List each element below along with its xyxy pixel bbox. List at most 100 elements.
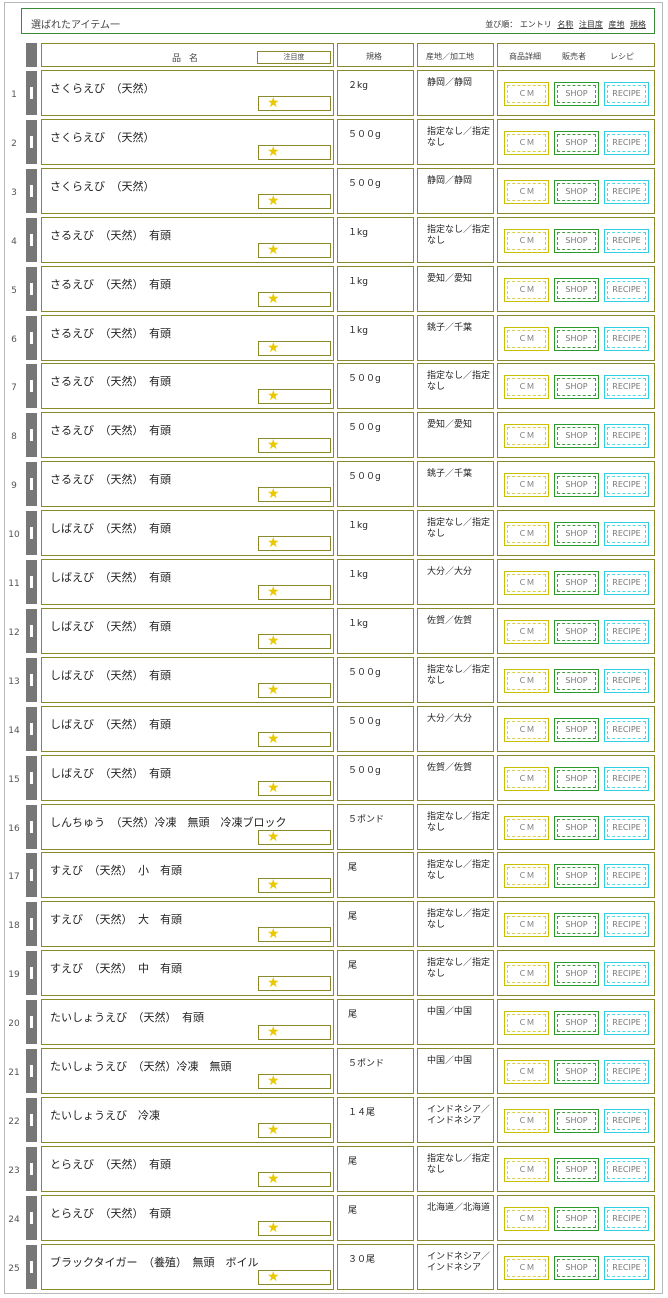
recipe-button[interactable]: RECIPE: [604, 1206, 649, 1231]
shop-button[interactable]: SHOP: [554, 375, 599, 400]
recipe-button[interactable]: RECIPE: [604, 1060, 649, 1084]
recipe-button[interactable]: RECIPE: [604, 668, 649, 693]
cm-button[interactable]: ＣＭ: [504, 277, 549, 302]
sort-origin-link[interactable]: 産地: [608, 20, 624, 29]
cm-button[interactable]: ＣＭ: [504, 1157, 549, 1182]
product-name[interactable]: たいしょうえび （天然）冷凍 無頭: [50, 1058, 232, 1074]
shop-button[interactable]: SHOP: [554, 913, 599, 938]
cm-button[interactable]: ＣＭ: [504, 82, 549, 106]
product-name[interactable]: さるえび （天然） 有頭: [50, 373, 171, 389]
cm-button[interactable]: ＣＭ: [504, 326, 549, 351]
product-name[interactable]: しばえび （天然） 有頭: [50, 667, 171, 683]
cm-button[interactable]: ＣＭ: [504, 522, 549, 547]
cm-button[interactable]: ＣＭ: [504, 424, 549, 449]
product-name[interactable]: さくらえび （天然）: [50, 80, 155, 96]
recipe-button[interactable]: RECIPE: [604, 571, 649, 595]
recipe-button[interactable]: RECIPE: [604, 815, 649, 840]
product-name[interactable]: しばえび （天然） 有頭: [50, 765, 171, 781]
recipe-button[interactable]: RECIPE: [604, 962, 649, 987]
shop-button[interactable]: SHOP: [554, 1206, 599, 1231]
product-name[interactable]: しばえび （天然） 有頭: [50, 618, 171, 634]
shop-button[interactable]: SHOP: [554, 179, 599, 204]
cm-button[interactable]: ＣＭ: [504, 815, 549, 840]
cm-button[interactable]: ＣＭ: [504, 913, 549, 938]
product-name[interactable]: たいしょうえび （天然） 有頭: [50, 1009, 204, 1025]
sort-name-link[interactable]: 名称: [557, 20, 573, 29]
shop-button[interactable]: SHOP: [554, 522, 599, 547]
shop-button[interactable]: SHOP: [554, 130, 599, 155]
product-name[interactable]: さくらえび （天然）: [50, 129, 155, 145]
recipe-button[interactable]: RECIPE: [604, 326, 649, 351]
cm-button[interactable]: ＣＭ: [504, 228, 549, 253]
cm-button[interactable]: ＣＭ: [504, 1206, 549, 1231]
product-name[interactable]: すえび （天然） 小 有頭: [50, 862, 182, 878]
shop-button[interactable]: SHOP: [554, 1255, 599, 1280]
recipe-button[interactable]: RECIPE: [604, 864, 649, 889]
sort-attention-link[interactable]: 注目度: [579, 20, 603, 29]
product-name[interactable]: ブラックタイガー （養殖） 無頭 ボイル: [50, 1254, 259, 1270]
recipe-button[interactable]: RECIPE: [604, 82, 649, 106]
cm-button[interactable]: ＣＭ: [504, 962, 549, 987]
shop-button[interactable]: SHOP: [554, 815, 599, 840]
sort-spec-link[interactable]: 規格: [630, 20, 646, 29]
product-name[interactable]: しばえび （天然） 有頭: [50, 520, 171, 536]
product-name[interactable]: さるえび （天然） 有頭: [50, 471, 171, 487]
shop-button[interactable]: SHOP: [554, 717, 599, 742]
shop-button[interactable]: SHOP: [554, 619, 599, 644]
cm-button[interactable]: ＣＭ: [504, 1060, 549, 1084]
cm-button[interactable]: ＣＭ: [504, 375, 549, 400]
shop-button[interactable]: SHOP: [554, 424, 599, 449]
cm-button[interactable]: ＣＭ: [504, 1255, 549, 1280]
recipe-button[interactable]: RECIPE: [604, 1255, 649, 1280]
shop-button[interactable]: SHOP: [554, 1011, 599, 1036]
shop-button[interactable]: SHOP: [554, 82, 599, 106]
product-name[interactable]: すえび （天然） 中 有頭: [50, 960, 182, 976]
product-name[interactable]: さるえび （天然） 有頭: [50, 276, 171, 292]
product-name[interactable]: しばえび （天然） 有頭: [50, 716, 171, 732]
shop-button[interactable]: SHOP: [554, 277, 599, 302]
cm-button[interactable]: ＣＭ: [504, 179, 549, 204]
recipe-button[interactable]: RECIPE: [604, 424, 649, 449]
recipe-button[interactable]: RECIPE: [604, 228, 649, 253]
recipe-button[interactable]: RECIPE: [604, 277, 649, 302]
shop-button[interactable]: SHOP: [554, 473, 599, 498]
recipe-button[interactable]: RECIPE: [604, 522, 649, 547]
recipe-button[interactable]: RECIPE: [604, 913, 649, 938]
shop-button[interactable]: SHOP: [554, 1108, 599, 1133]
recipe-button[interactable]: RECIPE: [604, 717, 649, 742]
cm-button[interactable]: ＣＭ: [504, 717, 549, 742]
cm-button[interactable]: ＣＭ: [504, 130, 549, 155]
product-name[interactable]: さるえび （天然） 有頭: [50, 227, 171, 243]
shop-button[interactable]: SHOP: [554, 571, 599, 595]
product-name[interactable]: とらえび （天然） 有頭: [50, 1156, 171, 1172]
shop-button[interactable]: SHOP: [554, 1157, 599, 1182]
product-name[interactable]: すえび （天然） 大 有頭: [50, 911, 182, 927]
cm-button[interactable]: ＣＭ: [504, 864, 549, 889]
recipe-button[interactable]: RECIPE: [604, 1011, 649, 1036]
recipe-button[interactable]: RECIPE: [604, 766, 649, 791]
shop-button[interactable]: SHOP: [554, 228, 599, 253]
product-name[interactable]: さるえび （天然） 有頭: [50, 422, 171, 438]
recipe-button[interactable]: RECIPE: [604, 473, 649, 498]
product-name[interactable]: たいしょうえび 冷凍: [50, 1107, 160, 1123]
cm-button[interactable]: ＣＭ: [504, 473, 549, 498]
cm-button[interactable]: ＣＭ: [504, 1108, 549, 1133]
recipe-button[interactable]: RECIPE: [604, 130, 649, 155]
product-name[interactable]: さくらえび （天然）: [50, 178, 155, 194]
recipe-button[interactable]: RECIPE: [604, 179, 649, 204]
shop-button[interactable]: SHOP: [554, 326, 599, 351]
product-name[interactable]: とらえび （天然） 有頭: [50, 1205, 171, 1221]
shop-button[interactable]: SHOP: [554, 864, 599, 889]
shop-button[interactable]: SHOP: [554, 1060, 599, 1084]
sort-entry[interactable]: エントリ: [520, 20, 552, 29]
shop-button[interactable]: SHOP: [554, 766, 599, 791]
cm-button[interactable]: ＣＭ: [504, 766, 549, 791]
product-name[interactable]: しんちゅう （天然）冷凍 無頭 冷凍ブロック: [50, 814, 287, 830]
product-name[interactable]: さるえび （天然） 有頭: [50, 325, 171, 341]
cm-button[interactable]: ＣＭ: [504, 571, 549, 595]
recipe-button[interactable]: RECIPE: [604, 375, 649, 400]
cm-button[interactable]: ＣＭ: [504, 668, 549, 693]
shop-button[interactable]: SHOP: [554, 668, 599, 693]
cm-button[interactable]: ＣＭ: [504, 1011, 549, 1036]
recipe-button[interactable]: RECIPE: [604, 1157, 649, 1182]
